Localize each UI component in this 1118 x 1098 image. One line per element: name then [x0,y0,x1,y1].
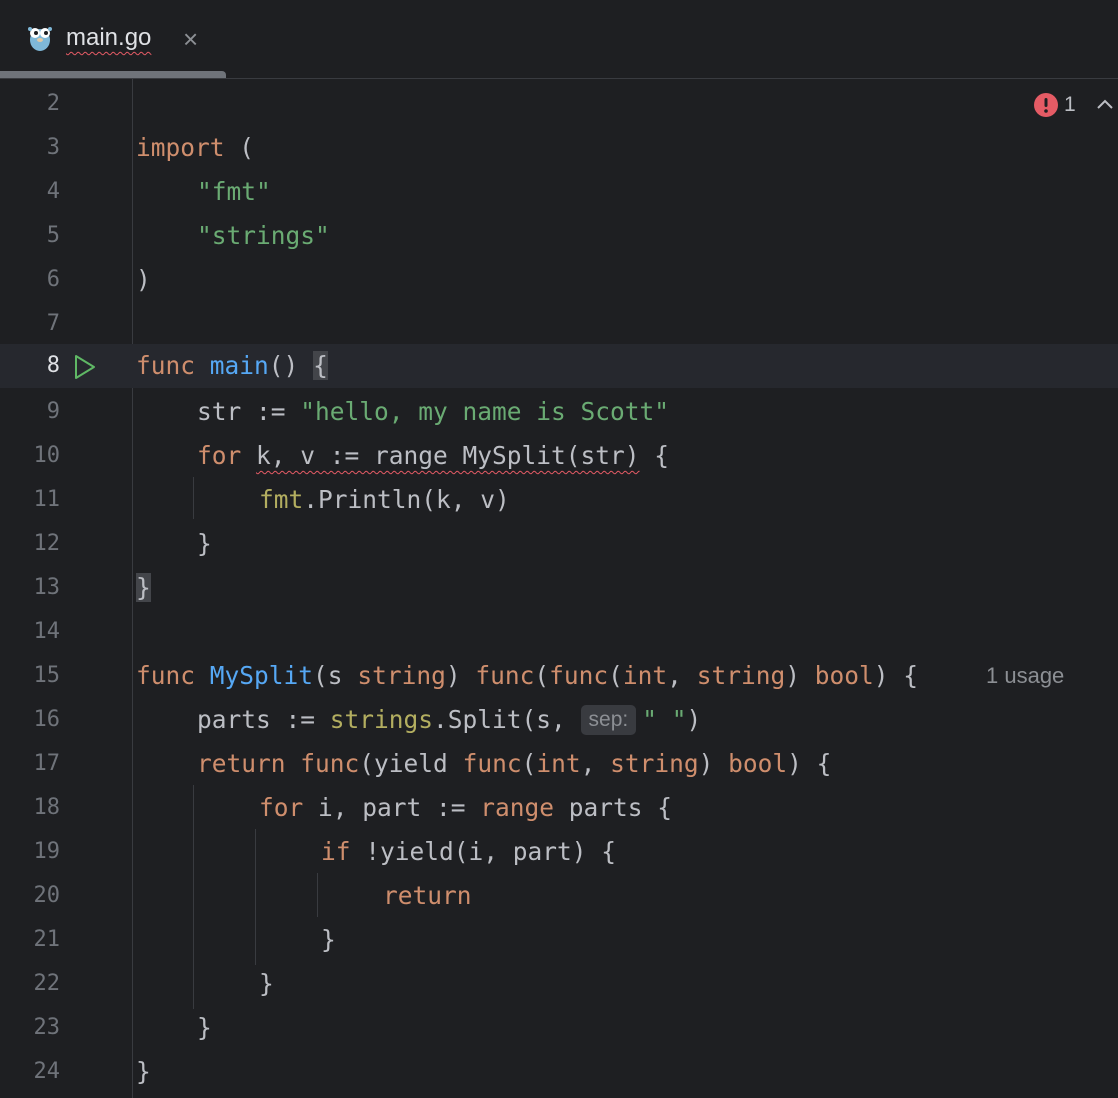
line-number: 7 [46,311,60,336]
code-line: 16 parts := strings.Split(s, sep: " ") [0,698,1118,742]
code-text: } [136,573,151,602]
line-number: 16 [33,707,61,732]
code-line: 22 } [0,962,1118,1006]
close-icon[interactable]: × [183,26,198,52]
line-number: 3 [46,135,60,160]
line-number: 21 [33,927,61,952]
code-line: 3 import ( [0,126,1118,170]
line-number: 5 [46,223,60,248]
code-line: 6 ) [0,258,1118,302]
code-text: "strings" [197,221,330,250]
code-line: 24 } [0,1050,1118,1094]
code-text: "fmt" [197,177,271,206]
code-text: } [136,1057,151,1086]
active-tab-indicator [0,71,226,78]
code-text: parts := strings.Split(s, sep: " ") [197,705,702,735]
code-line: 13 } [0,566,1118,610]
line-number: 22 [33,971,61,996]
code-text: ) [136,265,151,294]
code-line: 12 } [0,522,1118,566]
parameter-hint: sep: [580,705,637,735]
code-text: } [321,925,336,954]
code-line: 17 return func(yield func(int, string) b… [0,742,1118,786]
run-icon[interactable] [73,354,97,380]
usage-hint[interactable]: 1 usage [986,654,1064,698]
line-number: 10 [33,443,61,468]
code-text: } [197,529,212,558]
line-number: 17 [33,751,61,776]
code-line: 4 "fmt" [0,170,1118,214]
code-text: } [259,969,274,998]
line-number: 19 [33,839,61,864]
code-text: str := "hello, my name is Scott" [197,397,670,426]
current-code-line: 8 func main() { [0,344,1118,388]
line-number: 20 [33,883,61,908]
code-line: 20 return [0,874,1118,918]
code-text: import ( [136,133,255,162]
code-line: 10 for k, v := range MySplit(str) { [0,434,1118,478]
code-line: 9 str := "hello, my name is Scott" [0,390,1118,434]
line-number: 4 [46,179,60,204]
code-line: 7 [0,302,1118,346]
tab-label: main.go [66,24,152,51]
code-line: 2 [0,82,1118,126]
code-text: if !yield(i, part) { [321,837,617,866]
code-line: 23 } [0,1006,1118,1050]
tab-main-go[interactable]: main.go × [0,0,226,78]
line-number: 23 [33,1015,61,1040]
line-number: 24 [33,1059,61,1084]
line-number: 14 [33,619,61,644]
line-number: 8 [46,353,60,378]
code-text: func main() { [136,351,328,380]
line-number: 13 [33,575,61,600]
code-text: } [197,1013,212,1042]
error-underline: k, v := range MySplit(str) [256,441,640,470]
code-text: return [383,881,472,910]
code-text: for k, v := range MySplit(str) { [197,441,670,470]
line-number: 12 [33,531,61,556]
code-text: fmt.Println(k, v) [259,485,510,514]
code-line: 19 if !yield(i, part) { [0,830,1118,874]
code-line: 18 for i, part := range parts { [0,786,1118,830]
code-text: func MySplit(s string) func(func(int, st… [136,661,918,690]
line-number: 9 [46,399,60,424]
go-gopher-icon [28,27,52,51]
code-line: 21 } [0,918,1118,962]
line-number: 18 [33,795,61,820]
line-number: 2 [46,91,60,116]
line-number: 6 [46,267,60,292]
code-line: 5 "strings" [0,214,1118,258]
code-editor[interactable]: 1 2 3 import ( 4 "fmt" 5 "strings" 6 ) 7… [0,79,1118,1098]
code-line: 11 fmt.Println(k, v) [0,478,1118,522]
code-text: for i, part := range parts { [259,793,673,822]
code-line: 14 [0,610,1118,654]
code-line: 15 func MySplit(s string) func(func(int,… [0,654,1118,698]
editor-tab-bar: main.go × [0,0,1118,79]
line-number: 11 [33,487,61,512]
code-text: return func(yield func(int, string) bool… [197,749,832,778]
line-number: 15 [33,663,61,688]
